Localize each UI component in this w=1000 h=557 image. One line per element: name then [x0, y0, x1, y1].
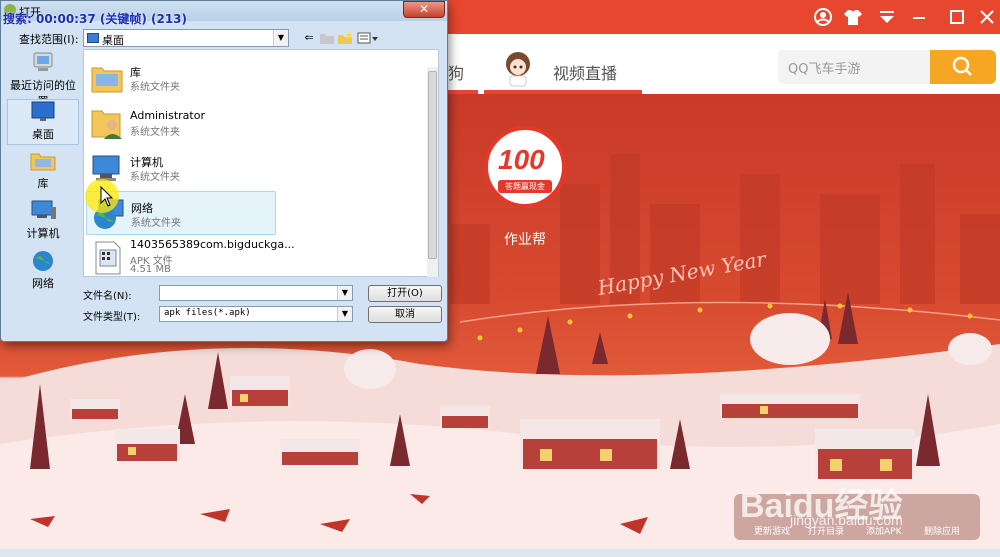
close-icon[interactable] [976, 6, 998, 28]
file-list: 库 系统文件夹 Administrator 系统文件夹 计算机 系统文件夹 网络… [83, 49, 439, 277]
open-file-dialog: 打开 ✕ 搜索: 00:00:37 (关键帧) (213) 查找范围(I): 桌… [0, 0, 448, 342]
look-in-dropdown[interactable]: 桌面 ▼ [83, 29, 289, 47]
view-menu-icon[interactable] [357, 31, 379, 45]
place-desktop-label: 桌面 [32, 128, 54, 141]
app-icon-number: 100 [498, 144, 545, 175]
tab-video-live[interactable]: 视频直播 [553, 60, 617, 86]
filetype-label: 文件类型(T): [83, 312, 141, 323]
item-name: 1403565389com.bigduckga... [130, 238, 295, 251]
scrollbar-thumb[interactable] [428, 71, 437, 259]
place-computer[interactable]: 计算机 [7, 199, 79, 245]
maximize-icon[interactable] [946, 6, 968, 28]
place-network-label: 网络 [32, 277, 54, 290]
dialog-close-button[interactable]: ✕ [403, 1, 445, 18]
new-folder-icon[interactable] [337, 31, 353, 45]
filename-label: 文件名(N): [83, 291, 132, 302]
filename-field[interactable]: ▼ [159, 285, 353, 301]
place-computer-label: 计算机 [26, 227, 60, 240]
desktop-icon [31, 101, 55, 121]
cancel-button[interactable]: 取消 [368, 306, 442, 323]
taskbar-strip [0, 549, 1000, 557]
recent-icon [33, 52, 53, 71]
apk-file-icon [95, 241, 121, 275]
place-desktop[interactable]: 桌面 [7, 99, 79, 145]
place-library[interactable]: 库 [7, 149, 79, 195]
dropdown-menu-icon[interactable] [876, 6, 898, 28]
search-icon [952, 56, 972, 76]
list-item[interactable]: Administrator 系统文件夹 [86, 101, 276, 145]
filetype-dropdown[interactable]: apk files(*.apk) ▼ [159, 306, 353, 322]
places-bar: 最近访问的位置 桌面 库 计算机 网络 [5, 49, 79, 339]
file-list-scrollbar[interactable] [427, 67, 438, 277]
search-placeholder: QQ飞车手游 [788, 62, 861, 77]
mouse-cursor-highlight [85, 179, 119, 213]
skin-shirt-icon[interactable] [842, 6, 864, 28]
item-type: 系统文件夹 [130, 127, 180, 138]
list-item[interactable]: 1403565389com.bigduckga... APK 文件 4.51 M… [86, 236, 295, 278]
app-name-label: 作业帮 [504, 232, 546, 248]
baidu-watermark-url: jingyan.baidu.com [790, 512, 903, 528]
mascot-icon [500, 48, 536, 88]
filetype-value: apk files(*.apk) [164, 308, 251, 318]
chevron-down-icon[interactable]: ▼ [337, 307, 352, 321]
item-name: Administrator [130, 109, 205, 122]
look-in-label: 查找范围(I): [19, 33, 79, 46]
recording-overlay: 搜索: 00:00:37 (关键帧) (213) [3, 12, 188, 26]
chevron-down-icon[interactable]: ▼ [273, 30, 288, 46]
place-library-label: 库 [37, 177, 49, 190]
network-icon [33, 251, 53, 271]
item-type: 系统文件夹 [131, 218, 181, 229]
tab-games[interactable]: 狗 [448, 60, 464, 86]
computer-icon [31, 200, 56, 219]
search-input[interactable]: QQ飞车手游 [778, 50, 930, 84]
up-folder-icon[interactable] [319, 31, 335, 45]
back-arrow-icon[interactable]: ⇐ [301, 31, 317, 45]
search-button[interactable] [930, 50, 996, 84]
list-item[interactable]: 库 系统文件夹 [86, 56, 276, 100]
item-size: 4.51 MB [130, 264, 171, 275]
open-button[interactable]: 打开(O) [368, 285, 442, 302]
app-icon-caption: 答题赢现金 [498, 180, 552, 193]
look-in-value: 桌面 [102, 34, 124, 47]
user-folder-icon [91, 110, 122, 139]
library-icon [30, 153, 56, 171]
place-network[interactable]: 网络 [7, 249, 79, 295]
desktop-small-icon [87, 33, 99, 43]
delete-app-button[interactable]: 删除应用 [924, 524, 960, 537]
zuoyebang-app-icon[interactable]: 100 答题赢现金 [484, 126, 566, 208]
user-icon[interactable] [812, 6, 834, 28]
arrow-cursor-icon [100, 185, 114, 207]
item-type: 系统文件夹 [130, 82, 180, 93]
item-type: 系统文件夹 [130, 172, 180, 183]
chevron-down-icon[interactable]: ▼ [337, 286, 352, 300]
place-recent[interactable]: 最近访问的位置 [7, 51, 79, 108]
library-folder-icon [91, 67, 123, 93]
minimize-icon[interactable] [908, 6, 930, 28]
